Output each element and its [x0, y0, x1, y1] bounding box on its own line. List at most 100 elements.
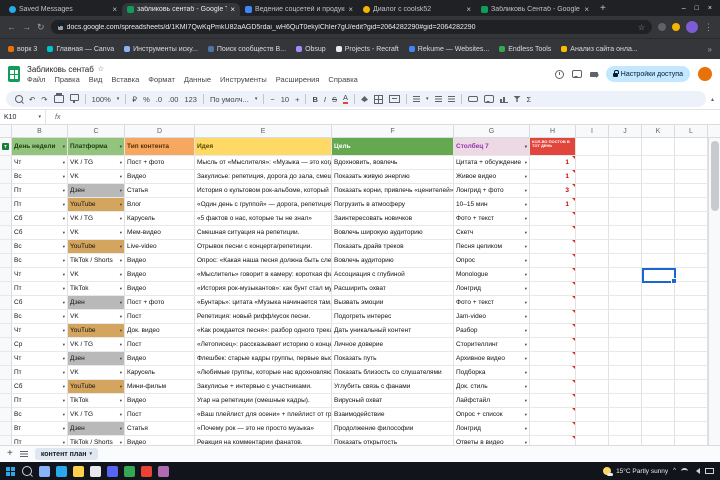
dropdown-arrow-icon[interactable]: ▾ — [524, 212, 527, 225]
dropdown-arrow-icon[interactable]: ▾ — [524, 198, 527, 211]
empty-cell[interactable] — [675, 170, 708, 184]
column-header-K[interactable]: K — [642, 125, 675, 137]
vertical-scrollbar[interactable] — [708, 138, 720, 445]
dropdown-arrow-icon[interactable]: ▾ — [524, 268, 527, 281]
count-cell[interactable] — [530, 380, 576, 394]
content-type-cell[interactable]: Live-video — [125, 240, 195, 254]
menu-item[interactable]: Формат — [148, 75, 175, 84]
content-type-cell[interactable]: Видео — [125, 352, 195, 366]
column-header-E[interactable]: E — [195, 125, 332, 137]
paint-format-icon[interactable] — [69, 94, 79, 103]
empty-cell[interactable] — [609, 394, 642, 408]
content-type-cell[interactable]: Пост — [125, 310, 195, 324]
empty-cell[interactable] — [609, 184, 642, 198]
dropdown-arrow-icon[interactable]: ▾ — [119, 212, 122, 225]
empty-cell[interactable] — [675, 310, 708, 324]
empty-cell[interactable] — [576, 422, 609, 436]
minimize-button[interactable]: – — [682, 5, 686, 12]
content-type-cell[interactable]: Карусель — [125, 366, 195, 380]
text-wrap-icon[interactable] — [447, 96, 455, 102]
empty-cell[interactable] — [609, 268, 642, 282]
tab-close-icon[interactable]: × — [230, 5, 235, 14]
row-header[interactable] — [0, 296, 12, 310]
dropdown-arrow-icon[interactable]: ▾ — [524, 310, 527, 323]
dropdown-arrow-icon[interactable]: ▾ — [119, 240, 122, 253]
start-button-icon[interactable] — [6, 466, 15, 476]
content-type-cell[interactable]: Видео — [125, 436, 195, 445]
empty-cell[interactable] — [675, 268, 708, 282]
content-type-cell[interactable]: Карусель — [125, 212, 195, 226]
dropdown-arrow-icon[interactable]: ▾ — [119, 282, 122, 295]
empty-cell[interactable] — [675, 226, 708, 240]
tab-close-icon[interactable]: × — [348, 5, 353, 14]
idea-cell[interactable]: Мысль от «Мыслителя»: «Музыка — это когд… — [195, 156, 332, 170]
empty-cell[interactable] — [576, 138, 609, 156]
empty-cell[interactable] — [609, 436, 642, 445]
format-cell[interactable]: Лонгрид ▾ — [454, 282, 530, 296]
day-cell[interactable]: Вс ▾ — [12, 310, 68, 324]
platform-cell[interactable]: Дзен ▾ — [68, 296, 125, 310]
functions-icon[interactable]: Σ — [527, 95, 532, 104]
dropdown-arrow-icon[interactable]: ▾ — [62, 282, 65, 295]
idea-cell[interactable]: «5 фактов о нас, которые ты не знал» — [195, 212, 332, 226]
dropdown-arrow-icon[interactable]: ▾ — [524, 422, 527, 435]
add-sheet-button[interactable]: + — [7, 449, 13, 459]
empty-cell[interactable] — [675, 436, 708, 445]
platform-cell[interactable]: VK ▾ — [68, 268, 125, 282]
dropdown-arrow-icon[interactable]: ▾ — [62, 422, 65, 435]
battery-icon[interactable] — [705, 468, 714, 474]
column-header-J[interactable]: J — [609, 125, 642, 137]
browser-profile-avatar[interactable] — [686, 21, 698, 33]
format-cell[interactable]: Лайфстайл ▾ — [454, 394, 530, 408]
redo-icon[interactable]: ↷ — [41, 95, 47, 104]
idea-cell[interactable]: Закулисье + интервью с участниками. — [195, 380, 332, 394]
empty-cell[interactable] — [576, 156, 609, 170]
increase-font-button[interactable]: + — [295, 95, 299, 104]
format-cell[interactable]: Архивное видео ▾ — [454, 352, 530, 366]
empty-cell[interactable] — [576, 282, 609, 296]
idea-cell[interactable]: Угар на репетиции (смешные кадры). — [195, 394, 332, 408]
content-type-cell[interactable]: Пост — [125, 408, 195, 422]
print-icon[interactable] — [53, 93, 64, 103]
bookmark-item[interactable]: Анализ сайта онла... — [561, 46, 638, 53]
row-header[interactable] — [0, 380, 12, 394]
format-cell[interactable]: Разбор ▾ — [454, 324, 530, 338]
browser-tab[interactable]: забликовь сентаб - Google Та... × — [122, 3, 240, 16]
dropdown-arrow-icon[interactable]: ▾ — [524, 352, 527, 365]
empty-cell[interactable] — [675, 138, 708, 156]
forward-icon[interactable]: → — [22, 22, 31, 32]
bookmark-item[interactable]: Projects - Recraft — [335, 46, 399, 53]
day-cell[interactable]: Пт ▾ — [12, 436, 68, 445]
dropdown-arrow-icon[interactable]: ▾ — [524, 140, 527, 153]
italic-button[interactable]: I — [324, 95, 326, 104]
decrease-font-button[interactable]: − — [270, 95, 274, 104]
empty-cell[interactable] — [642, 408, 675, 422]
row-header[interactable] — [0, 226, 12, 240]
goal-cell[interactable]: Вовлечь аудиторию — [332, 254, 454, 268]
search-icon[interactable] — [15, 95, 23, 103]
dropdown-arrow-icon[interactable]: ▾ — [62, 296, 65, 309]
platform-cell[interactable]: TikTok / Shorts ▾ — [68, 436, 125, 445]
dropdown-arrow-icon[interactable]: ▾ — [524, 296, 527, 309]
header-cell-type[interactable]: Тип контента — [125, 138, 195, 156]
dropdown-arrow-icon[interactable]: ▾ — [119, 310, 122, 323]
empty-cell[interactable] — [675, 394, 708, 408]
dropdown-arrow-icon[interactable]: ▾ — [119, 352, 122, 365]
platform-cell[interactable]: VK ▾ — [68, 226, 125, 240]
dropdown-arrow-icon[interactable]: ▾ — [524, 408, 527, 421]
column-header-D[interactable]: D — [125, 125, 195, 137]
content-type-cell[interactable]: Пост — [125, 338, 195, 352]
empty-cell[interactable] — [609, 170, 642, 184]
empty-cell[interactable] — [642, 170, 675, 184]
weather-text[interactable]: 15°C Partly sunny — [616, 468, 668, 475]
goal-cell[interactable]: Показать драйв треков — [332, 240, 454, 254]
idea-cell[interactable]: Смешная ситуация на репетиции. — [195, 226, 332, 240]
browser-tab[interactable]: Забликовь Сентаб - Google Та... × — [476, 3, 594, 16]
count-cell[interactable] — [530, 394, 576, 408]
platform-cell[interactable]: TikTok ▾ — [68, 282, 125, 296]
empty-cell[interactable] — [675, 156, 708, 170]
row-header[interactable] — [0, 254, 12, 268]
extension-icon[interactable] — [672, 23, 680, 31]
share-button[interactable]: Настройки доступа — [605, 66, 690, 82]
empty-cell[interactable] — [675, 240, 708, 254]
